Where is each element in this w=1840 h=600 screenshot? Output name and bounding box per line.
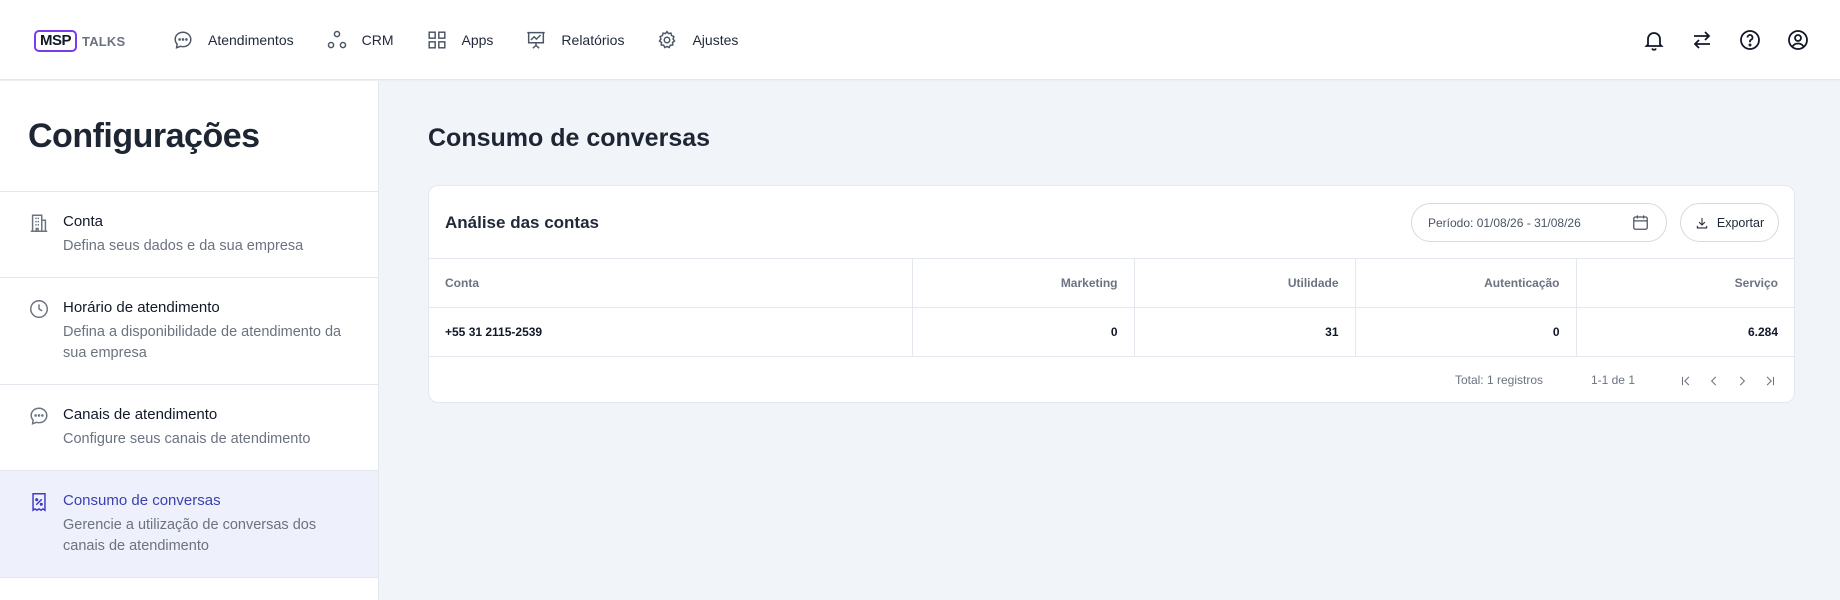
nav-item-apps[interactable]: Apps [426,27,494,53]
page-range: 1-1 de 1 [1590,373,1635,387]
sidebar-item-description: Gerencie a utilização de conversas dos c… [63,517,317,554]
chevron-left-icon [1710,376,1717,386]
sidebar-item-consumo[interactable]: Consumo de conversas Gerencie a utilizaç… [0,471,378,578]
nav-label: Atendimentos [208,32,294,48]
period-picker[interactable]: Período: 01/08/26 - 31/08/26 [1411,203,1667,242]
nodes-icon [327,30,346,49]
nav-label: CRM [361,32,394,48]
clock-icon [28,298,50,320]
switch-account-button[interactable] [1690,28,1714,52]
nav-item-crm[interactable]: CRM [326,27,394,53]
logo-mark: MSP [34,30,78,52]
chevron-right-icon [1739,376,1746,386]
column-header[interactable]: Conta [429,258,912,308]
chat-bubble-icon [28,405,50,427]
main-nav: Atendimentos CRM Apps Relatórios Ajustes [172,27,770,53]
profile-button[interactable] [1786,28,1810,52]
chat-bubble-icon [174,31,192,49]
user-circle-icon [1788,30,1808,50]
table-header-row: Conta Marketing Utilidade Autenticação S… [429,258,1794,308]
receipt-percent-icon [28,491,50,513]
sidebar-title: Configurações [28,117,260,155]
top-actions [1618,28,1810,52]
accounts-analysis-card: Análise das contas Período: 01/08/26 - 3… [428,185,1795,403]
sidebar-item-title: Canais de atendimento [63,406,218,423]
cell-marketing: 0 [911,307,1134,357]
cell-account: +55 31 2115-2539 [429,307,912,357]
calendar-icon [1631,213,1650,232]
presentation-chart-icon [527,31,546,49]
bell-icon [1644,32,1664,51]
period-label: Período: 01/08/26 - 31/08/26 [1428,215,1581,230]
table-row[interactable]: +55 31 2115-2539 0 31 0 6.284 [429,307,1794,357]
nav-item-relatorios[interactable]: Relatórios [525,27,624,53]
notifications-button[interactable] [1642,28,1666,52]
building-icon [28,212,50,234]
gear-icon [658,30,676,49]
sidebar-item-title: Consumo de conversas [63,492,221,509]
grid-icon [427,31,446,49]
column-header[interactable]: Utilidade [1133,258,1355,308]
nav-item-ajustes[interactable]: Ajustes [656,27,738,53]
logo[interactable]: MSP TALKS [34,29,125,53]
nav-item-atendimentos[interactable]: Atendimentos [172,27,294,53]
cell-service: 6.284 [1575,307,1794,357]
cell-utility: 31 [1133,307,1355,357]
page-title: Consumo de conversas [428,124,711,152]
total-records: Total: 1 registros [1454,373,1543,387]
nav-label: Ajustes [692,32,739,48]
sidebar-item-title: Horário de atendimento [63,299,220,316]
column-header[interactable]: Serviço [1575,258,1794,308]
nav-label: Relatórios [561,32,625,48]
logo-text: TALKS [82,33,126,49]
first-page-icon [1681,376,1690,386]
export-button[interactable]: Exportar [1680,203,1779,242]
settings-sidebar: Configurações Conta Defina seus dados e … [0,81,379,600]
help-icon [1740,30,1760,50]
help-button[interactable] [1738,28,1762,52]
table-footer: Total: 1 registros 1-1 de 1 [429,358,1794,404]
nav-label: Apps [461,32,494,48]
accounts-table: Conta Marketing Utilidade Autenticação S… [429,258,1794,357]
swap-arrows-icon [1693,31,1711,49]
first-page-button[interactable] [1672,370,1700,392]
column-header[interactable]: Autenticação [1354,258,1576,308]
previous-page-button[interactable] [1700,370,1728,392]
settings-menu: Conta Defina seus dados e da sua empresa… [0,191,378,578]
pagination [1672,370,1784,392]
cell-authentication: 0 [1354,307,1576,357]
sidebar-item-description: Configure seus canais de atendimento [63,431,311,447]
export-label: Exportar [1716,215,1765,230]
download-icon [1696,217,1708,228]
card-title: Análise das contas [445,213,600,232]
last-page-button[interactable] [1756,370,1784,392]
sidebar-item-canais[interactable]: Canais de atendimento Configure seus can… [0,385,378,471]
sidebar-item-title: Conta [63,213,104,230]
sidebar-item-description: Defina seus dados e da sua empresa [63,238,304,254]
next-page-button[interactable] [1728,370,1756,392]
sidebar-item-description: Defina a disponibilidade de atendimento … [63,324,342,361]
sidebar-item-horario[interactable]: Horário de atendimento Defina a disponib… [0,278,378,385]
top-navigation-bar: MSP TALKS Atendimentos CRM Apps Relatóri… [0,0,1840,80]
column-header[interactable]: Marketing [911,258,1134,308]
last-page-icon [1766,376,1775,386]
sidebar-item-conta[interactable]: Conta Defina seus dados e da sua empresa [0,192,378,278]
